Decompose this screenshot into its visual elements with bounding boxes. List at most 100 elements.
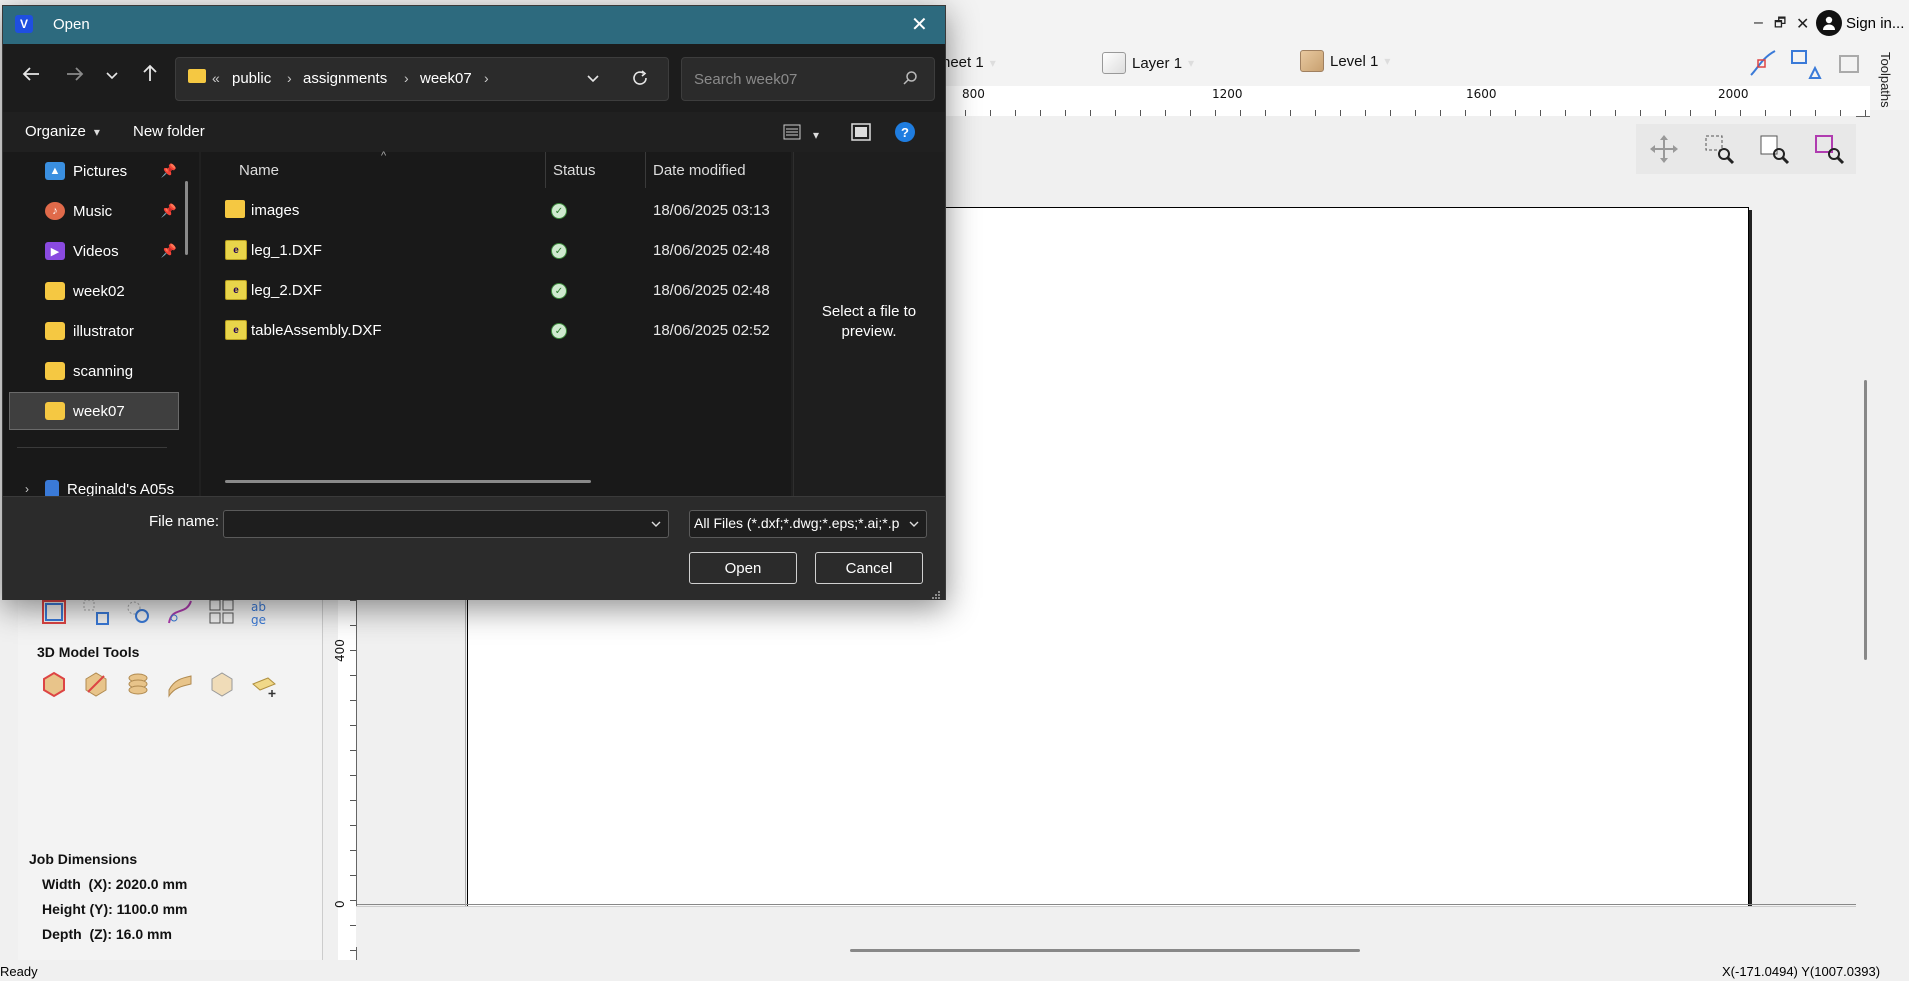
toolpaths-tab[interactable]: Toolpaths [1878,52,1893,108]
layers-tool-icon[interactable] [124,670,152,698]
nav-item-illustrator[interactable]: illustrator [9,312,177,350]
resize-grip-icon[interactable] [931,587,941,603]
slice-tool-icon[interactable] [82,670,110,698]
back-arrow-icon[interactable] [21,64,41,90]
minimize-button[interactable]: – [1754,14,1763,32]
board-tool-icon[interactable] [1836,52,1862,81]
breadcrumb-week07[interactable]: week07 [420,70,472,87]
zoom-selection-icon[interactable] [1809,129,1849,169]
breadcrumb-public[interactable]: public [232,70,271,87]
file-name-dropdown-icon[interactable] [650,517,662,533]
file-row-leg-1[interactable]: e leg_1.DXF ✓ 18/06/2025 02:48 [201,232,789,270]
search-input[interactable] [692,67,896,91]
breadcrumb-separator-icon: › [484,70,489,86]
open-button[interactable]: Open [689,552,797,584]
box-tool-icon[interactable] [208,670,236,698]
command-bar: Organize ▾ New folder ▾ ? [3,112,945,152]
cancel-button[interactable]: Cancel [815,552,923,584]
address-bar[interactable]: « public › assignments › week07 › [175,57,669,101]
column-name[interactable]: Name [239,162,279,179]
pin-icon[interactable]: 📌 [161,203,177,219]
new-folder-button[interactable]: New folder [133,123,205,140]
sort-ascending-icon: ^ [381,150,387,162]
recent-locations-chevron-icon[interactable] [105,66,119,89]
column-divider[interactable] [645,152,646,188]
pictures-icon: ▲ [45,162,65,180]
pan-icon[interactable] [1644,129,1684,169]
surface-tool-icon[interactable] [166,670,194,698]
shapes-tool-icon[interactable] [1790,48,1822,83]
nav-item-videos[interactable]: ▶ Videos 📌 [9,232,177,270]
nav-item-label: Pictures [73,162,128,180]
snap-tool-icon[interactable] [1748,48,1778,81]
file-type-dropdown-icon[interactable] [908,517,920,533]
add-model-icon[interactable] [250,670,278,698]
text-tool-icon[interactable]: ab ge [250,598,278,627]
nav-item-week07[interactable]: week07 [9,392,179,430]
folder-icon [188,69,206,83]
file-row-images[interactable]: images ✓ 18/06/2025 03:13 [201,192,789,230]
sign-in-button[interactable]: Sign in... [1816,10,1904,36]
sheet-selector[interactable]: heet 1 ▾ [942,54,996,71]
view-options-icon[interactable] [783,123,803,144]
user-icon [1816,10,1842,36]
file-type-select[interactable]: All Files (*.dxf;*.dwg;*.eps;*.ai;*.p [689,510,927,538]
nav-item-label: Music [73,202,113,220]
nav-item-pictures[interactable]: ▲ Pictures 📌 [9,152,177,190]
dialog-titlebar[interactable]: V Open ✕ [3,6,945,44]
nav-item-scanning[interactable]: scanning [9,352,177,390]
column-status[interactable]: Status [553,162,596,179]
vertical-scrollbar[interactable] [1864,380,1867,660]
search-icon[interactable] [902,70,918,89]
nav-item-music[interactable]: ♪ Music 📌 [9,192,177,230]
restore-button[interactable]: 🗗 [1774,14,1786,36]
app-logo-icon: V [15,15,33,33]
horizontal-scrollbar[interactable] [356,906,1856,952]
job-dimensions-title: Job Dimensions [29,851,138,867]
layer-selector[interactable]: Layer 1 ▾ [1102,52,1194,74]
file-list: ^ Name Status Date modified images ✓ 18/… [201,150,791,496]
view-chevron-icon[interactable]: ▾ [813,126,819,142]
preview-pane-icon[interactable] [851,123,871,144]
file-name-field[interactable] [223,510,669,538]
organize-menu[interactable]: Organize ▾ [25,123,100,140]
address-dropdown-icon[interactable] [586,72,600,89]
up-arrow-icon[interactable] [140,63,160,89]
nav-scrollbar[interactable] [185,181,188,255]
close-icon[interactable]: ✕ [911,12,928,37]
circle-array-icon[interactable] [124,598,152,626]
help-icon[interactable]: ? [895,122,915,142]
sync-status-icon: ✓ [551,203,567,219]
refresh-icon[interactable] [631,69,649,90]
close-app-button[interactable]: ✕ [1796,14,1809,34]
zoom-box-icon[interactable] [1699,129,1739,169]
level-selector[interactable]: Level 1 ▾ [1300,50,1390,72]
breadcrumb-assignments[interactable]: assignments [303,70,387,87]
forward-arrow-icon[interactable] [65,64,85,90]
column-date-modified[interactable]: Date modified [653,162,746,179]
scrollbar-thumb[interactable] [850,949,1360,952]
music-icon: ♪ [45,202,65,220]
nav-item-drive[interactable]: › Reginald's A05s [9,470,177,496]
pin-icon[interactable]: 📌 [161,163,177,179]
chevron-down-icon: ▾ [989,55,996,70]
preview-message: Select a file to preview. [821,303,917,340]
nav-item-label: illustrator [73,322,134,340]
pin-icon[interactable]: 📌 [161,243,177,259]
nav-item-week02[interactable]: week02 [9,272,177,310]
file-list-scrollbar[interactable] [225,480,591,483]
curve-tool-icon[interactable] [166,598,194,626]
file-row-table-assembly[interactable]: e tableAssembly.DXF ✓ 18/06/2025 02:52 [201,312,789,350]
file-row-leg-2[interactable]: e leg_2.DXF ✓ 18/06/2025 02:48 [201,272,789,310]
job-height: Height (Y): 1100.0 mm [42,901,188,917]
column-divider[interactable] [545,152,546,188]
zoom-fit-icon[interactable] [1754,129,1794,169]
nesting-tool-icon[interactable] [208,598,236,626]
array-tool-icon[interactable] [82,598,110,626]
rectangle-tool-icon[interactable] [40,598,68,626]
overflow-chevron-icon[interactable]: « [212,70,220,86]
status-text: Ready [0,964,38,979]
expand-chevron-icon[interactable]: › [25,482,29,496]
ruler-label: 800 [962,87,985,101]
cube-tool-icon[interactable] [40,670,68,698]
